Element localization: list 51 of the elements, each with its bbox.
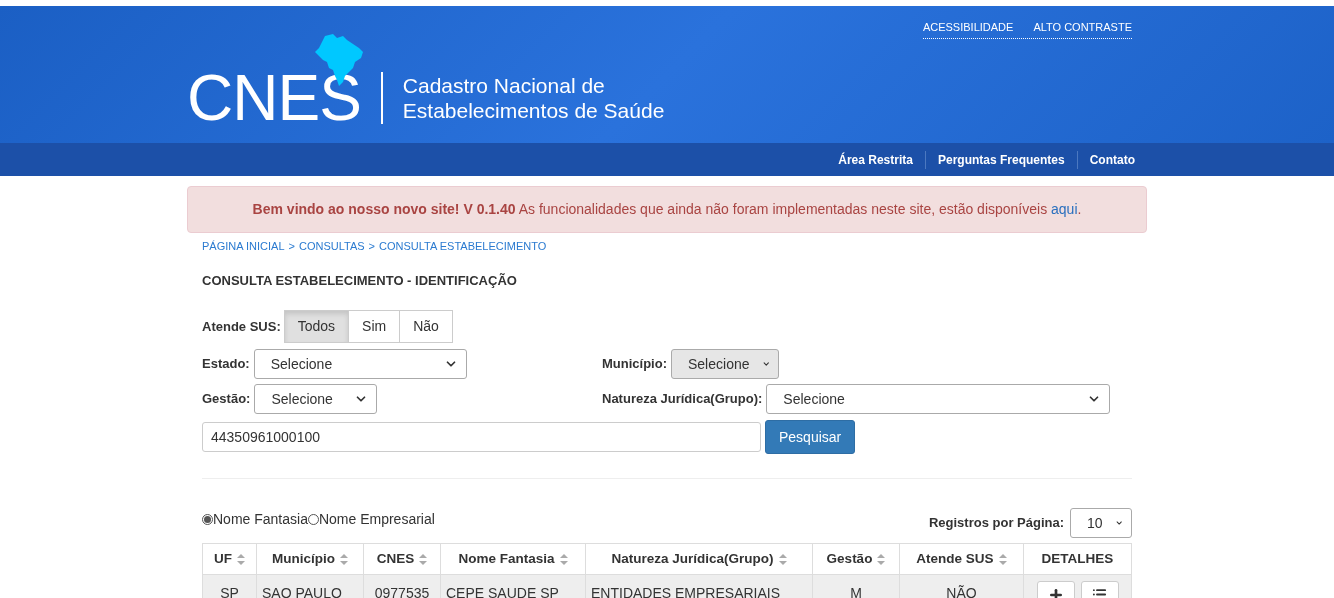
column-header[interactable]: Município: [256, 543, 364, 575]
sort-icon: [778, 553, 787, 565]
link[interactable]: aqui: [1051, 201, 1078, 217]
logo-subtitle: Cadastro Nacional de: [402, 73, 606, 98]
column-header[interactable]: Nome Fantasia: [440, 543, 586, 575]
sort-icon: [998, 553, 1007, 565]
field-label: Registros por Página:: [928, 514, 1064, 533]
sort-icon: [559, 553, 568, 565]
nav-link[interactable]: Contato: [1077, 150, 1147, 169]
select-field[interactable]: Selecione: [766, 384, 1111, 414]
field-label: Atende SUS:: [202, 317, 281, 336]
column-header[interactable]: Gestão: [812, 543, 900, 575]
breadcrumb-link[interactable]: PÁGINA INICIAL: [202, 238, 285, 255]
breadcrumb-separator: >: [288, 239, 295, 254]
select-field[interactable]: Selecione: [253, 349, 467, 379]
page-title: CONSULTA ESTABELECIMENTO - IDENTIFICAÇÃO: [202, 271, 518, 290]
nav-link[interactable]: Área Restrita: [826, 150, 925, 169]
sort-icon: [237, 553, 245, 565]
top-link[interactable]: ACESSIBILIDADE: [922, 19, 1014, 36]
breadcrumb-separator: >: [368, 239, 375, 254]
field-label: Estado:: [202, 355, 250, 374]
select-field[interactable]: Selecione: [254, 384, 378, 414]
column-header: DETALHES: [1023, 543, 1132, 575]
column-header[interactable]: CNES: [363, 543, 441, 575]
column-header[interactable]: Natureza Jurídica(Grupo): [585, 543, 813, 575]
column-header[interactable]: Atende SUS: [899, 543, 1024, 575]
breadcrumb-link[interactable]: CONSULTAS: [298, 238, 365, 255]
select-field[interactable]: 10: [1070, 508, 1132, 538]
list-icon: [1092, 587, 1107, 598]
toggle-option[interactable]: Não: [399, 310, 453, 343]
logo-acronym: CNES: [187, 62, 361, 134]
toggle-option[interactable]: Todos: [283, 310, 350, 343]
toggle-option[interactable]: Sim: [348, 310, 401, 343]
search-field[interactable]: 44350961000100: [202, 422, 761, 452]
field-label: Gestão:: [202, 390, 251, 409]
field-label: Município:: [602, 355, 667, 374]
plus-icon: [1047, 586, 1064, 598]
search-button[interactable]: Pesquisar: [765, 420, 856, 454]
radio-label: Nome Fantasia: [213, 509, 308, 529]
top-link[interactable]: ALTO CONTRASTE: [1033, 19, 1132, 36]
nav-link[interactable]: Perguntas Frequentes: [925, 150, 1077, 169]
logo-subtitle: Estabelecimentos de Saúde: [402, 98, 665, 123]
field-label: Natureza Jurídica(Grupo):: [602, 390, 763, 409]
column-header[interactable]: UF: [202, 543, 257, 575]
radio-label: Nome Empresarial: [318, 509, 435, 529]
breadcrumb-link[interactable]: CONSULTA ESTABELECIMENTO: [379, 238, 547, 255]
table-cell: SP: [202, 574, 257, 598]
sort-icon: [419, 553, 428, 565]
sort-icon: [877, 553, 886, 565]
sort-icon: [340, 553, 348, 565]
alert-message: Bem vindo ao nosso novo site! V 0.1.40 As funcionalidades que ainda não foram implementadas neste site, estão disponíveis aqui.: [187, 186, 1147, 233]
